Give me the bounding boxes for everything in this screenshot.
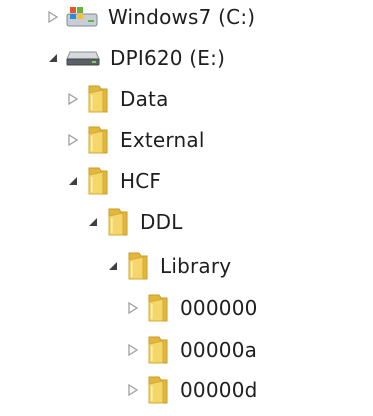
tree-item-dpi620-drive[interactable]: DPI620 (E:): [46, 38, 225, 78]
folder-icon: [106, 207, 130, 237]
expand-arrow-icon[interactable]: [126, 383, 140, 397]
os-drive-icon: [66, 6, 98, 28]
folder-icon: [146, 335, 170, 365]
tree-item-windows7-drive[interactable]: Windows7 (C:): [46, 0, 255, 37]
folder-icon: [86, 84, 110, 114]
collapse-arrow-icon[interactable]: [66, 174, 80, 188]
tree-item-hcf-folder[interactable]: HCF: [66, 161, 161, 201]
tree-item-external-folder[interactable]: External: [66, 120, 205, 160]
tree-item-label: HCF: [120, 169, 162, 193]
tree-item-label: 00000d: [180, 378, 258, 402]
tree-item-library-folder[interactable]: Library: [106, 246, 231, 286]
collapse-arrow-icon[interactable]: [46, 51, 60, 65]
folder-icon: [146, 293, 170, 323]
folder-icon: [86, 166, 110, 196]
expand-arrow-icon[interactable]: [126, 343, 140, 357]
tree-item-data-folder[interactable]: Data: [66, 79, 169, 119]
tree-item-label: Data: [120, 87, 169, 111]
expand-arrow-icon[interactable]: [46, 10, 60, 24]
tree-item-00000a-folder[interactable]: 00000a: [126, 330, 257, 370]
expand-arrow-icon[interactable]: [66, 133, 80, 147]
folder-icon: [126, 251, 150, 281]
tree-item-00000d-folder[interactable]: 00000d: [126, 370, 258, 410]
tree-item-label: DPI620 (E:): [110, 46, 226, 70]
expand-arrow-icon[interactable]: [66, 92, 80, 106]
tree-item-label: External: [120, 128, 205, 152]
expand-arrow-icon[interactable]: [126, 301, 140, 315]
folder-icon: [146, 375, 170, 405]
tree-item-000000-folder[interactable]: 000000: [126, 288, 258, 328]
collapse-arrow-icon[interactable]: [86, 215, 100, 229]
tree-item-label: Library: [160, 254, 232, 278]
collapse-arrow-icon[interactable]: [106, 259, 120, 273]
folder-icon: [86, 125, 110, 155]
tree-item-ddl-folder[interactable]: DDL: [86, 202, 183, 242]
tree-item-label: 00000a: [180, 338, 258, 362]
tree-item-label: DDL: [140, 210, 183, 234]
folder-tree: Windows7 (C:) DPI620 (E:) Data External …: [0, 0, 373, 416]
tree-item-label: 000000: [180, 296, 258, 320]
tree-item-label: Windows7 (C:): [108, 5, 256, 29]
removable-drive-icon: [66, 50, 100, 66]
